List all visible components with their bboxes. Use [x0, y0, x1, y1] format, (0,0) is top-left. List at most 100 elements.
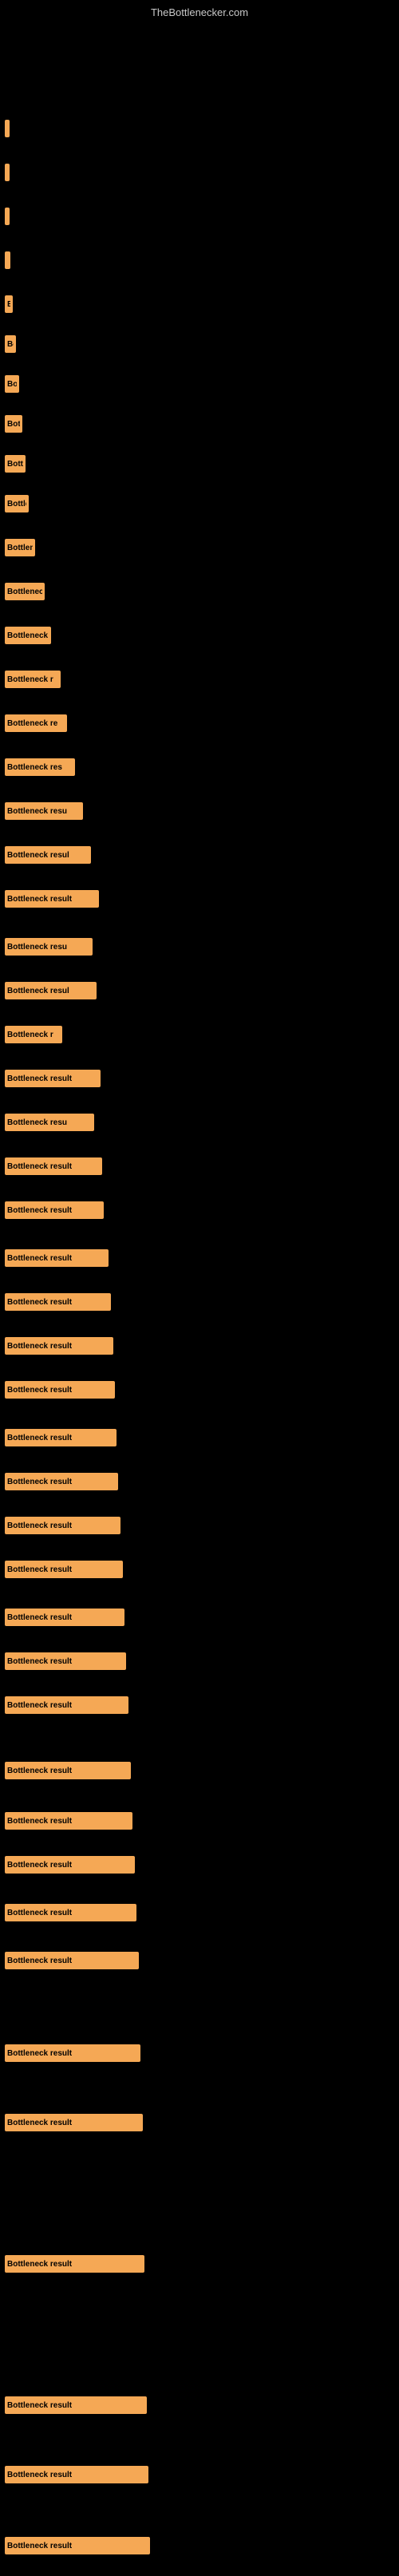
bar-label: Bottleneck resul [7, 987, 69, 995]
bar-row [0, 117, 399, 140]
bar-row: Bot [0, 373, 399, 395]
bar-label: Bottleneck result [7, 1613, 72, 1622]
bottleneck-bar: Bott [5, 415, 22, 433]
bar-row: Bottleneck result [0, 1854, 399, 1876]
bottleneck-bar: Bottleneck result [5, 2537, 150, 2554]
bar-label: Bottleneck result [7, 1386, 72, 1395]
bottleneck-bar: Bottleneck result [5, 1381, 115, 1399]
bottleneck-bar: Bottleneck result [5, 1812, 132, 1830]
bottleneck-bar: Bottleneck resu [5, 938, 93, 956]
bottleneck-bar: Bottleneck result [5, 1904, 136, 1921]
bar-row: Bottleneck result [0, 1291, 399, 1313]
bar-row: Bottleneck result [0, 888, 399, 910]
bottleneck-bar: Bottleneck result [5, 1652, 126, 1670]
bar-row: B [0, 293, 399, 315]
bottleneck-bar [5, 208, 10, 225]
bar-row: Bottleneck result [0, 2253, 399, 2275]
bottleneck-bar: Bottleneck re [5, 714, 67, 732]
bar-row: Bottleneck res [0, 756, 399, 778]
bottleneck-bar: Bottleneck result [5, 1856, 135, 1874]
bottleneck-bar: Bottleneck result [5, 1473, 118, 1490]
bar-row: Bottleneck result [0, 1426, 399, 1449]
bar-row: Bottleneck result [0, 1247, 399, 1269]
bar-label: Bottleneck res [7, 763, 62, 772]
bar-row: Bottleneck resu [0, 936, 399, 958]
bottleneck-bar: Bo [5, 335, 16, 353]
bar-label: Bottleneck result [7, 1657, 72, 1666]
bar-label: Bottleneck result [7, 2542, 72, 2550]
bottleneck-bar: Bottleneck resul [5, 846, 91, 864]
bar-row: Bottleneck result [0, 1650, 399, 1672]
bar-row: Bottleneck re [0, 712, 399, 734]
bottleneck-bar: Bottleneck result [5, 1609, 124, 1626]
bar-label: Bottleneck result [7, 1861, 72, 1870]
bar-label: Bottleneck [7, 631, 48, 640]
bottleneck-bar: Bottleneck result [5, 1070, 101, 1087]
bar-row: Bottleneck result [0, 1067, 399, 1090]
bar-label: Bott [7, 420, 20, 429]
bar-label: Bottleneck re [7, 719, 57, 728]
bar-label: Bottleneck r [7, 675, 53, 684]
bottleneck-bar: Bottleneck result [5, 890, 99, 908]
bottleneck-bar: Bottlenec [5, 583, 45, 600]
bottleneck-bar: Bottleneck r [5, 1026, 62, 1043]
bottleneck-bar: Bottleneck result [5, 1293, 111, 1311]
bottleneck-bar: Bottleneck result [5, 1952, 139, 1969]
bottleneck-bar: Bottleneck resul [5, 982, 97, 999]
bar-label: Bot [7, 380, 17, 389]
bar-row: Bottleneck result [0, 2042, 399, 2064]
bottleneck-bar: B [5, 295, 13, 313]
bottleneck-bar: Bottleneck res [5, 758, 75, 776]
bar-row: Bottleneck [0, 624, 399, 647]
bar-label: Bottl [7, 460, 23, 469]
bar-row: Bottleneck result [0, 1759, 399, 1782]
bottleneck-bar: Bottle [5, 495, 29, 512]
bar-label: Bottleneck result [7, 1342, 72, 1351]
bar-row: Bo [0, 333, 399, 355]
bar-label: B [7, 300, 10, 309]
bar-row: Bottl [0, 453, 399, 475]
bar-row: Bottleneck resu [0, 1111, 399, 1134]
bar-label: Bottleneck result [7, 1909, 72, 1917]
bar-row: Bottleneck result [0, 2463, 399, 2486]
bar-label: Bottleneck result [7, 1701, 72, 1710]
bar-label: Bottle [7, 500, 26, 508]
bar-row: Bottleneck result [0, 1606, 399, 1628]
bottleneck-bar [5, 251, 10, 269]
bar-row [0, 161, 399, 184]
bottleneck-bar: Bottlen [5, 539, 35, 556]
bottleneck-bar: Bottleneck r [5, 671, 61, 688]
bottleneck-bar: Bottleneck result [5, 2466, 148, 2483]
bar-label: Bottlen [7, 544, 33, 552]
bar-row: Bottleneck r [0, 1023, 399, 1046]
bottleneck-bar: Bottleneck result [5, 1696, 128, 1714]
bar-row: Bottleneck result [0, 2111, 399, 2134]
bar-row: Bottleneck resu [0, 800, 399, 822]
bar-row [0, 205, 399, 228]
bottleneck-bar: Bottleneck resu [5, 802, 83, 820]
bar-label: Bottleneck result [7, 1254, 72, 1263]
bar-label: Bottleneck result [7, 2471, 72, 2479]
bar-row: Bottleneck result [0, 1901, 399, 1924]
bar-label: Bottleneck result [7, 2401, 72, 2410]
bar-label: Bottleneck result [7, 1957, 72, 1965]
bar-label: Bottleneck result [7, 1074, 72, 1083]
bar-label: Bottleneck result [7, 895, 72, 904]
bar-label: Bottleneck result [7, 1162, 72, 1171]
bar-row: Bottleneck result [0, 1155, 399, 1177]
bottleneck-bar: Bottleneck result [5, 1561, 123, 1578]
site-title: TheBottlenecker.com [0, 0, 399, 22]
bar-row: Bottleneck result [0, 2394, 399, 2416]
bar-row: Bottlenec [0, 580, 399, 603]
bar-label: Bottleneck result [7, 1298, 72, 1307]
bar-row: Bottleneck resul [0, 844, 399, 866]
bottleneck-bar: Bot [5, 375, 19, 393]
bar-label: Bottleneck result [7, 1434, 72, 1442]
bottleneck-bar: Bottleneck result [5, 2114, 143, 2131]
bar-label: Bo [7, 340, 14, 349]
bar-row: Bottleneck result [0, 1949, 399, 1972]
bottleneck-bar: Bottleneck result [5, 2255, 144, 2273]
bar-label: Bottleneck result [7, 1478, 72, 1486]
bar-label: Bottleneck result [7, 2049, 72, 2058]
bar-label: Bottleneck result [7, 1817, 72, 1826]
